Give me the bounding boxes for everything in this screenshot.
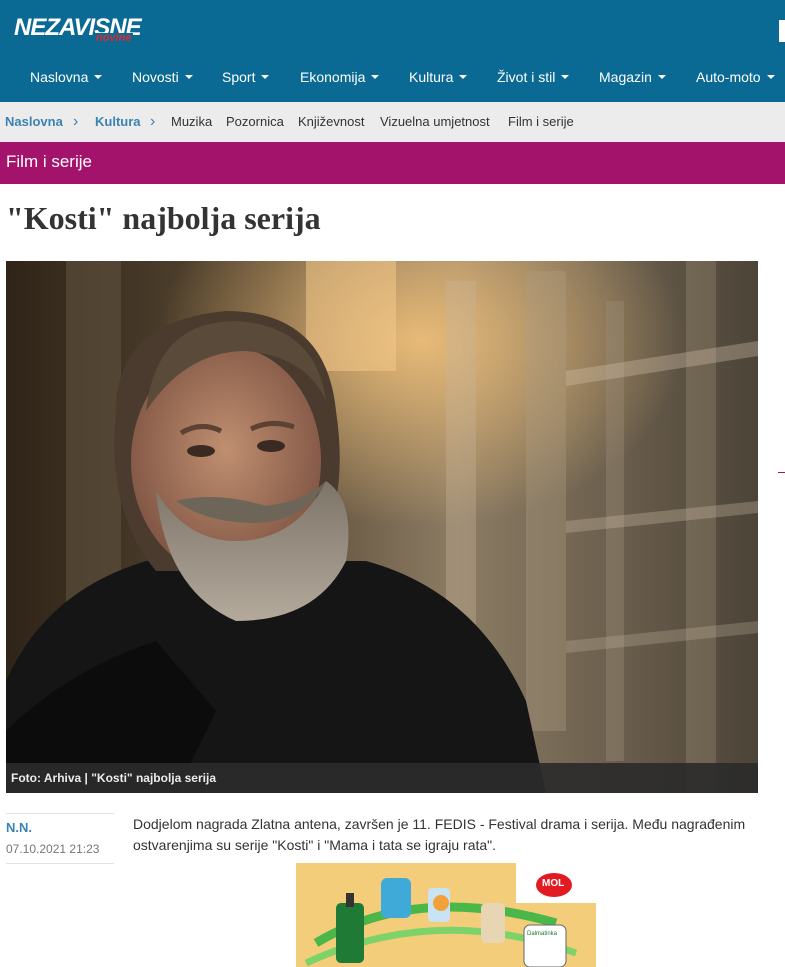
- divider: [6, 813, 114, 814]
- subsection-link-film-i-serije[interactable]: Film i serije: [508, 102, 574, 142]
- nav-item-auto-moto[interactable]: Auto-moto: [696, 58, 775, 96]
- nav-item-label: Naslovna: [30, 69, 89, 85]
- subsection-link-pozornica[interactable]: Pozornica: [226, 102, 284, 142]
- nav-item-naslovna[interactable]: Naslovna: [30, 58, 103, 96]
- subsection-link-vizuelna-umjetnost[interactable]: Vizuelna umjetnost: [380, 102, 490, 142]
- ad-app-label: Dalmatinka: [527, 931, 558, 937]
- hero-photo: [6, 261, 758, 793]
- nav-item-label: Život i stil: [497, 69, 556, 85]
- header-side-tab[interactable]: [779, 20, 785, 42]
- chevron-down-icon: [371, 75, 380, 80]
- image-caption: Foto: Arhiva | "Kosti" najbolja serija: [6, 763, 758, 793]
- nav-item-magazin[interactable]: Magazin: [599, 58, 666, 96]
- chevron-down-icon: [561, 75, 570, 80]
- nav-item-sport[interactable]: Sport: [222, 58, 270, 96]
- article-date: 07.10.2021 21:23: [6, 842, 100, 856]
- logo-subtitle: novine: [94, 32, 134, 44]
- article-title: "Kosti" najbolja serija: [6, 200, 321, 236]
- divider: [6, 863, 114, 864]
- chevron-down-icon: [94, 75, 103, 80]
- section-bar: Film i serije: [0, 142, 785, 184]
- subsection-link-muzika[interactable]: Muzika: [171, 102, 212, 142]
- chevron-down-icon: [261, 75, 270, 80]
- nav-item-novosti[interactable]: Novosti: [132, 58, 193, 96]
- chevron-down-icon: [657, 75, 666, 80]
- edge-marker: [778, 472, 785, 473]
- nav-item-label: Magazin: [599, 69, 652, 85]
- chevron-down-icon: [766, 75, 775, 80]
- chevron-down-icon: [459, 75, 468, 80]
- image-caption-text: Foto: Arhiva | "Kosti" najbolja serija: [11, 771, 216, 785]
- section-title[interactable]: Film i serije: [6, 142, 92, 182]
- nav-item-zivot-i-stil[interactable]: Život i stil: [497, 58, 570, 96]
- breadcrumb-section[interactable]: Kultura: [95, 102, 141, 142]
- main-navigation: Naslovna Novosti Sport Ekonomija Kultura…: [0, 58, 785, 96]
- chevron-down-icon: [184, 75, 193, 80]
- site-logo[interactable]: NEZAVISNE novine: [14, 14, 146, 46]
- nav-item-label: Auto-moto: [696, 69, 761, 85]
- nav-item-ekonomija[interactable]: Ekonomija: [300, 58, 380, 96]
- nav-item-label: Novosti: [132, 69, 179, 85]
- ad-brand-logo: MOL: [542, 878, 565, 889]
- nav-item-label: Kultura: [409, 69, 454, 85]
- nav-item-label: Ekonomija: [300, 69, 366, 85]
- chevron-right-icon: ›: [150, 113, 156, 130]
- nav-item-label: Sport: [222, 69, 256, 85]
- chevron-right-icon: ›: [73, 113, 79, 130]
- advertisement-banner[interactable]: MOL Dalmatinka: [296, 863, 596, 967]
- nav-item-kultura[interactable]: Kultura: [409, 58, 468, 96]
- subsection-link-knjizevnost[interactable]: Književnost: [298, 102, 364, 142]
- breadcrumb: Naslovna › Kultura › Muzika Pozornica Kn…: [0, 102, 785, 142]
- site-header: NEZAVISNE novine Naslovna Novosti Sport …: [0, 0, 785, 102]
- article-lead: Dodjelom nagrada Zlatna antena, završen …: [133, 816, 746, 853]
- article-author[interactable]: N.N.: [6, 820, 32, 835]
- breadcrumb-home[interactable]: Naslovna: [5, 102, 63, 142]
- article-hero-image[interactable]: [6, 261, 758, 793]
